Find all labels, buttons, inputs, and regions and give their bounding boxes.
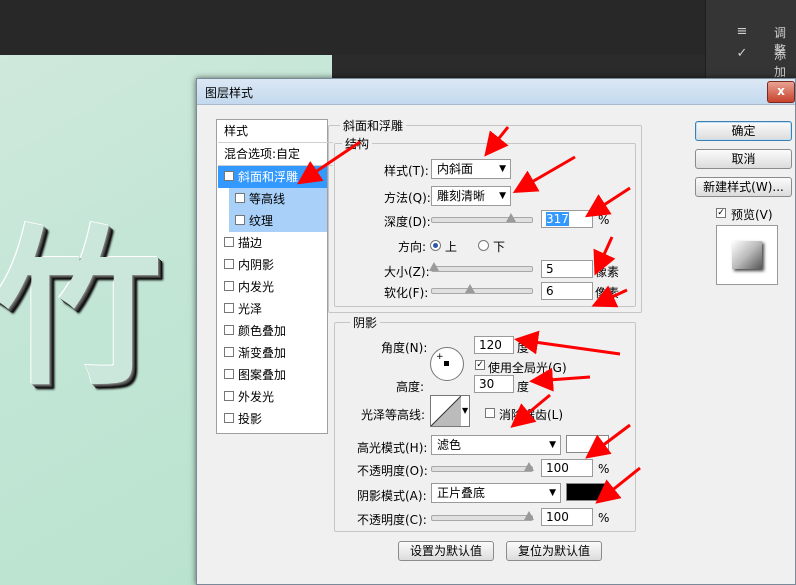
arrow-to-soften-input	[591, 285, 628, 308]
annotation-arrows	[297, 126, 641, 504]
arrow-to-technique-dropdown	[512, 155, 576, 194]
arrow-to-bevel-item	[297, 140, 361, 185]
arrow-to-angle-input	[514, 330, 621, 356]
arrow-to-style-dropdown	[484, 126, 510, 157]
arrow-to-highlight-color	[585, 423, 631, 459]
arrow-to-shadow-color	[595, 466, 641, 504]
arrow-to-depth-input	[584, 186, 631, 218]
arrow-to-altitude-input	[529, 367, 591, 392]
arrow-to-size-input	[593, 236, 616, 276]
arrow-to-gloss-contour	[510, 393, 551, 428]
